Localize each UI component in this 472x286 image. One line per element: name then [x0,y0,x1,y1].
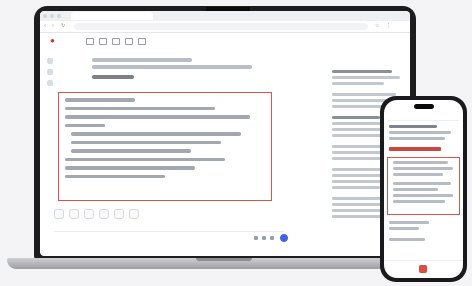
phone-highlighted-answer [387,157,460,215]
answer-line [65,106,215,110]
star-icon[interactable]: ☆ [375,23,381,29]
answer-line [65,157,225,161]
forward-icon[interactable]: › [52,23,58,29]
answer-line [65,98,135,102]
toolbar [86,38,146,45]
answer-line [65,123,105,127]
sidebar-line [332,116,380,119]
rail-icon[interactable] [47,58,53,64]
sidebar-line [332,99,390,102]
control-icon[interactable] [262,236,266,240]
highlighted-answer [58,92,272,201]
phone-line [393,194,453,197]
left-rail [45,53,55,91]
phone-line [389,125,437,128]
phone-line [393,200,445,203]
browser-tabbar [40,11,410,21]
phone-line [393,167,453,170]
action-chip[interactable] [84,209,94,219]
sidebar-line [332,215,386,218]
laptop-screen: ‹ › ↻ ☆ ⋮ ● [40,11,410,256]
phone-line [393,188,438,191]
rail-icon[interactable] [47,80,53,86]
answer-line [65,115,250,119]
tool-icon[interactable] [86,38,94,45]
sidebar-line [332,70,392,73]
page-header: ● [40,33,410,49]
phone-section-title [389,147,441,151]
answer-line [71,149,191,153]
paw-icon: ● [50,36,55,45]
window-dot[interactable] [43,14,47,18]
menu-icon[interactable]: ⋮ [386,23,392,29]
sidebar-line [332,76,400,79]
action-chip[interactable] [54,209,64,219]
phone-line [389,238,425,241]
phone-line [389,137,445,140]
phone-line [389,227,419,230]
tool-icon[interactable] [138,38,146,45]
answer-line [65,166,195,170]
phone-line [389,131,451,134]
phone-content [384,122,463,143]
phone-screen [384,100,463,278]
action-chip[interactable] [129,209,139,219]
answer-line [65,174,165,178]
text-line [92,65,252,69]
send-icon[interactable] [280,234,288,242]
sidebar-line [332,145,382,148]
action-chip[interactable] [114,209,124,219]
phone-line [389,221,429,224]
answer-line [71,132,241,136]
laptop-opening-notch [196,258,252,261]
phone-header [388,112,459,121]
phone-line [393,182,451,185]
control-icon[interactable] [254,236,258,240]
action-row [54,209,139,219]
action-chip[interactable] [99,209,109,219]
action-chip[interactable] [69,209,79,219]
chat-input[interactable] [54,231,284,242]
sidebar-line [332,82,384,85]
control-icon[interactable] [270,236,274,240]
tool-icon[interactable] [99,38,107,45]
reload-icon[interactable]: ↻ [61,23,67,29]
phone-line [393,173,443,176]
sidebar-line [332,186,380,189]
address-bar: ‹ › ↻ ☆ ⋮ [40,21,410,33]
answer-line [71,140,221,144]
rail-icon[interactable] [47,69,53,75]
sidebar-line [332,128,387,131]
tool-icon[interactable] [125,38,133,45]
window-dot[interactable] [50,14,54,18]
url-input[interactable] [74,23,368,30]
article-body [92,55,330,83]
sidebar-line [332,93,396,96]
logo[interactable]: ● [50,36,55,45]
text-line [92,58,192,62]
back-icon[interactable]: ‹ [44,23,50,29]
browser-tab[interactable] [71,12,153,20]
window-dot[interactable] [57,14,61,18]
phone-action-icon[interactable] [419,265,427,273]
phone-content-lower [384,218,463,244]
tool-icon[interactable] [112,38,120,45]
section-title [92,75,134,79]
phone-line [393,161,448,164]
phone-dynamic-island [414,104,434,109]
